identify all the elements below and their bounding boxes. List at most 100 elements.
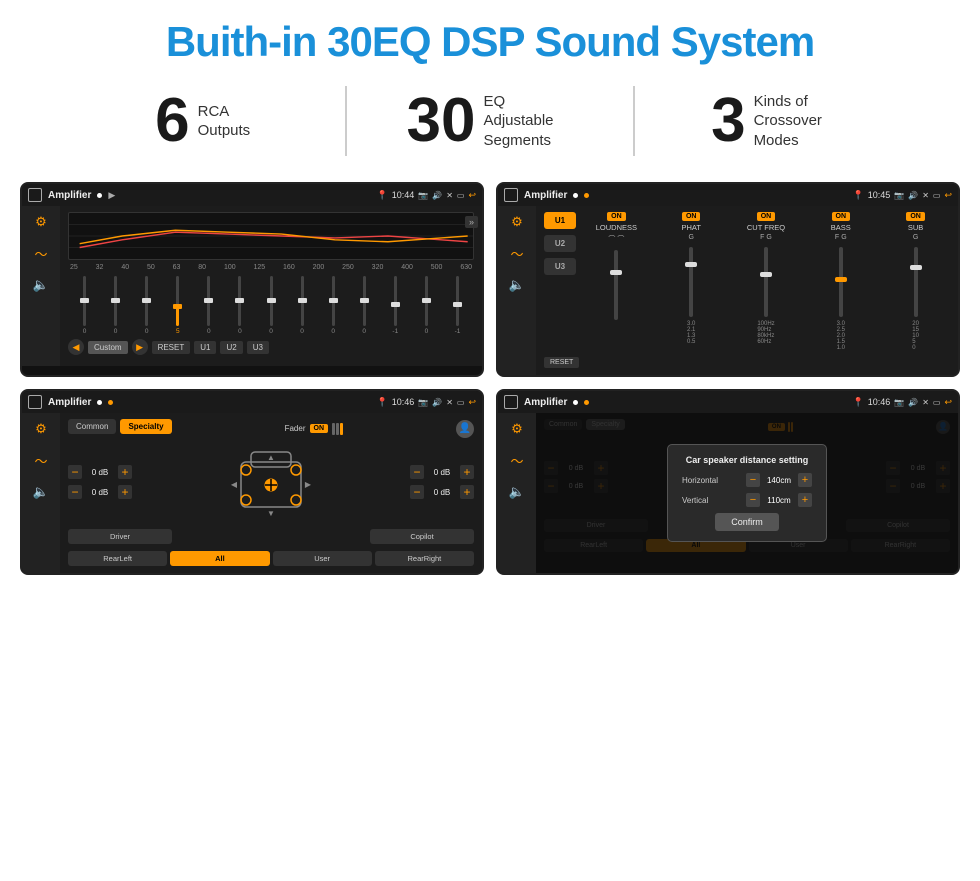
- vertical-row: Vertical − 110cm +: [682, 493, 812, 507]
- distance-sidebar: ⚙ 〜 🔈: [498, 413, 536, 573]
- freq-40: 40: [121, 264, 129, 271]
- u3-button[interactable]: U3: [247, 341, 269, 354]
- vertical-minus-button[interactable]: −: [746, 493, 760, 507]
- freq-630: 630: [460, 264, 472, 271]
- location-icon-2: 📍: [853, 190, 864, 201]
- phat-on-badge[interactable]: ON: [682, 212, 701, 221]
- eq-icon-3[interactable]: ⚙: [35, 421, 47, 437]
- eq-next-button[interactable]: ▶: [132, 339, 148, 355]
- custom-preset-button[interactable]: Custom: [88, 341, 128, 354]
- crossover-reset-button[interactable]: RESET: [544, 357, 579, 368]
- sub-slider[interactable]: [914, 247, 918, 317]
- driver-button[interactable]: Driver: [68, 529, 172, 544]
- vol1-plus-button[interactable]: +: [118, 465, 132, 479]
- u2-button[interactable]: U2: [220, 341, 242, 354]
- u1-button[interactable]: U1: [194, 341, 216, 354]
- crossover-layout: U1 U2 U3 ON LOUDNESS ⌒⌒: [544, 212, 950, 351]
- speaker-icon-3[interactable]: 🔈: [33, 484, 49, 500]
- freq-160: 160: [283, 264, 295, 271]
- vertical-label: Vertical: [682, 496, 732, 505]
- specialty-tab[interactable]: Specialty: [120, 419, 171, 434]
- home-icon-2[interactable]: [504, 188, 518, 202]
- all-button[interactable]: All: [170, 551, 269, 566]
- location-icon-3: 📍: [377, 397, 388, 408]
- vol2-minus-button[interactable]: −: [68, 485, 82, 499]
- bass-on-badge[interactable]: ON: [832, 212, 851, 221]
- copilot-button[interactable]: Copilot: [370, 529, 474, 544]
- u3-preset-button[interactable]: U3: [544, 258, 576, 275]
- speaker-icon-2[interactable]: 🔈: [509, 277, 525, 293]
- distance-dialog-overlay: Car speaker distance setting Horizontal …: [536, 413, 958, 573]
- common-tab[interactable]: Common: [68, 419, 116, 434]
- cutfreq-on-badge[interactable]: ON: [757, 212, 776, 221]
- reset-button[interactable]: RESET: [152, 341, 191, 354]
- freq-25: 25: [70, 264, 78, 271]
- horizontal-plus-button[interactable]: +: [798, 473, 812, 487]
- vol4-plus-button[interactable]: +: [460, 485, 474, 499]
- cutfreq-slider[interactable]: [764, 247, 768, 317]
- vol3-minus-button[interactable]: −: [410, 465, 424, 479]
- confirm-button[interactable]: Confirm: [715, 513, 779, 531]
- home-icon-3[interactable]: [28, 395, 42, 409]
- vol3-plus-button[interactable]: +: [460, 465, 474, 479]
- slider-2[interactable]: 0: [101, 276, 130, 335]
- vol2-plus-button[interactable]: +: [118, 485, 132, 499]
- back-icon-2: ↩: [944, 190, 952, 201]
- stat-rca-label: RCAOutputs: [198, 102, 251, 141]
- wave-icon-4[interactable]: 〜: [510, 451, 523, 470]
- expand-icon[interactable]: »: [465, 216, 478, 228]
- sub-on-badge[interactable]: ON: [906, 212, 925, 221]
- wave-icon[interactable]: 〜: [34, 244, 47, 263]
- bass-slider[interactable]: [839, 247, 843, 317]
- fader-sidebar: ⚙ 〜 🔈: [22, 413, 60, 573]
- fader-bottom-row1: Driver Copilot: [68, 529, 474, 544]
- rearright-button[interactable]: RearRight: [375, 551, 474, 566]
- phat-slider[interactable]: [689, 247, 693, 317]
- wave-icon-2[interactable]: 〜: [510, 244, 523, 263]
- slider-5[interactable]: 0: [194, 276, 223, 335]
- right-volumes: − 0 dB + − 0 dB +: [410, 465, 474, 499]
- slider-3[interactable]: 0: [132, 276, 161, 335]
- loudness-on-badge[interactable]: ON: [607, 212, 626, 221]
- slider-7[interactable]: 0: [256, 276, 285, 335]
- slider-10[interactable]: 0: [350, 276, 379, 335]
- back-icon-3: ↩: [468, 397, 476, 408]
- home-icon-4[interactable]: [504, 395, 518, 409]
- speaker-icon-4[interactable]: 🔈: [509, 484, 525, 500]
- horizontal-minus-button[interactable]: −: [746, 473, 760, 487]
- vol4-minus-button[interactable]: −: [410, 485, 424, 499]
- eq-screen-body: ⚙ 〜 🔈: [22, 206, 482, 366]
- vol1-minus-button[interactable]: −: [68, 465, 82, 479]
- slider-12[interactable]: 0: [412, 276, 441, 335]
- profile-icon[interactable]: 👤: [456, 420, 474, 438]
- eq-icon-2[interactable]: ⚙: [511, 214, 523, 230]
- slider-1[interactable]: 0: [70, 276, 99, 335]
- slider-4[interactable]: 5: [163, 276, 192, 335]
- location-icon: 📍: [377, 190, 388, 201]
- eq-icon[interactable]: ⚙: [35, 214, 47, 230]
- horizontal-label: Horizontal: [682, 476, 732, 485]
- user-button[interactable]: User: [273, 551, 372, 566]
- eq-graph-svg: [69, 213, 473, 259]
- cutfreq-label: CUT FREQ: [747, 223, 785, 232]
- sub-control: ON SUB G 20 15 10 5 0: [881, 212, 950, 351]
- slider-8[interactable]: 0: [288, 276, 317, 335]
- freq-125: 125: [253, 264, 265, 271]
- rearleft-button[interactable]: RearLeft: [68, 551, 167, 566]
- slider-13[interactable]: -1: [443, 276, 472, 335]
- wave-icon-3[interactable]: 〜: [34, 451, 47, 470]
- home-icon[interactable]: [28, 188, 42, 202]
- u2-preset-button[interactable]: U2: [544, 235, 576, 252]
- fader-on-badge[interactable]: ON: [310, 424, 329, 433]
- u1-preset-button[interactable]: U1: [544, 212, 576, 229]
- loudness-slider[interactable]: [614, 250, 618, 320]
- eq-freq-labels: 25 32 40 50 63 80 100 125 160 200 250 32…: [68, 264, 474, 271]
- eq-prev-button[interactable]: ◀: [68, 339, 84, 355]
- speaker-icon[interactable]: 🔈: [33, 277, 49, 293]
- slider-6[interactable]: 0: [225, 276, 254, 335]
- slider-9[interactable]: 0: [319, 276, 348, 335]
- vertical-plus-button[interactable]: +: [798, 493, 812, 507]
- slider-11[interactable]: -1: [381, 276, 410, 335]
- bass-freq-labels: 3.0 2.5 2.0 1.5 1.0: [837, 321, 845, 351]
- eq-icon-4[interactable]: ⚙: [511, 421, 523, 437]
